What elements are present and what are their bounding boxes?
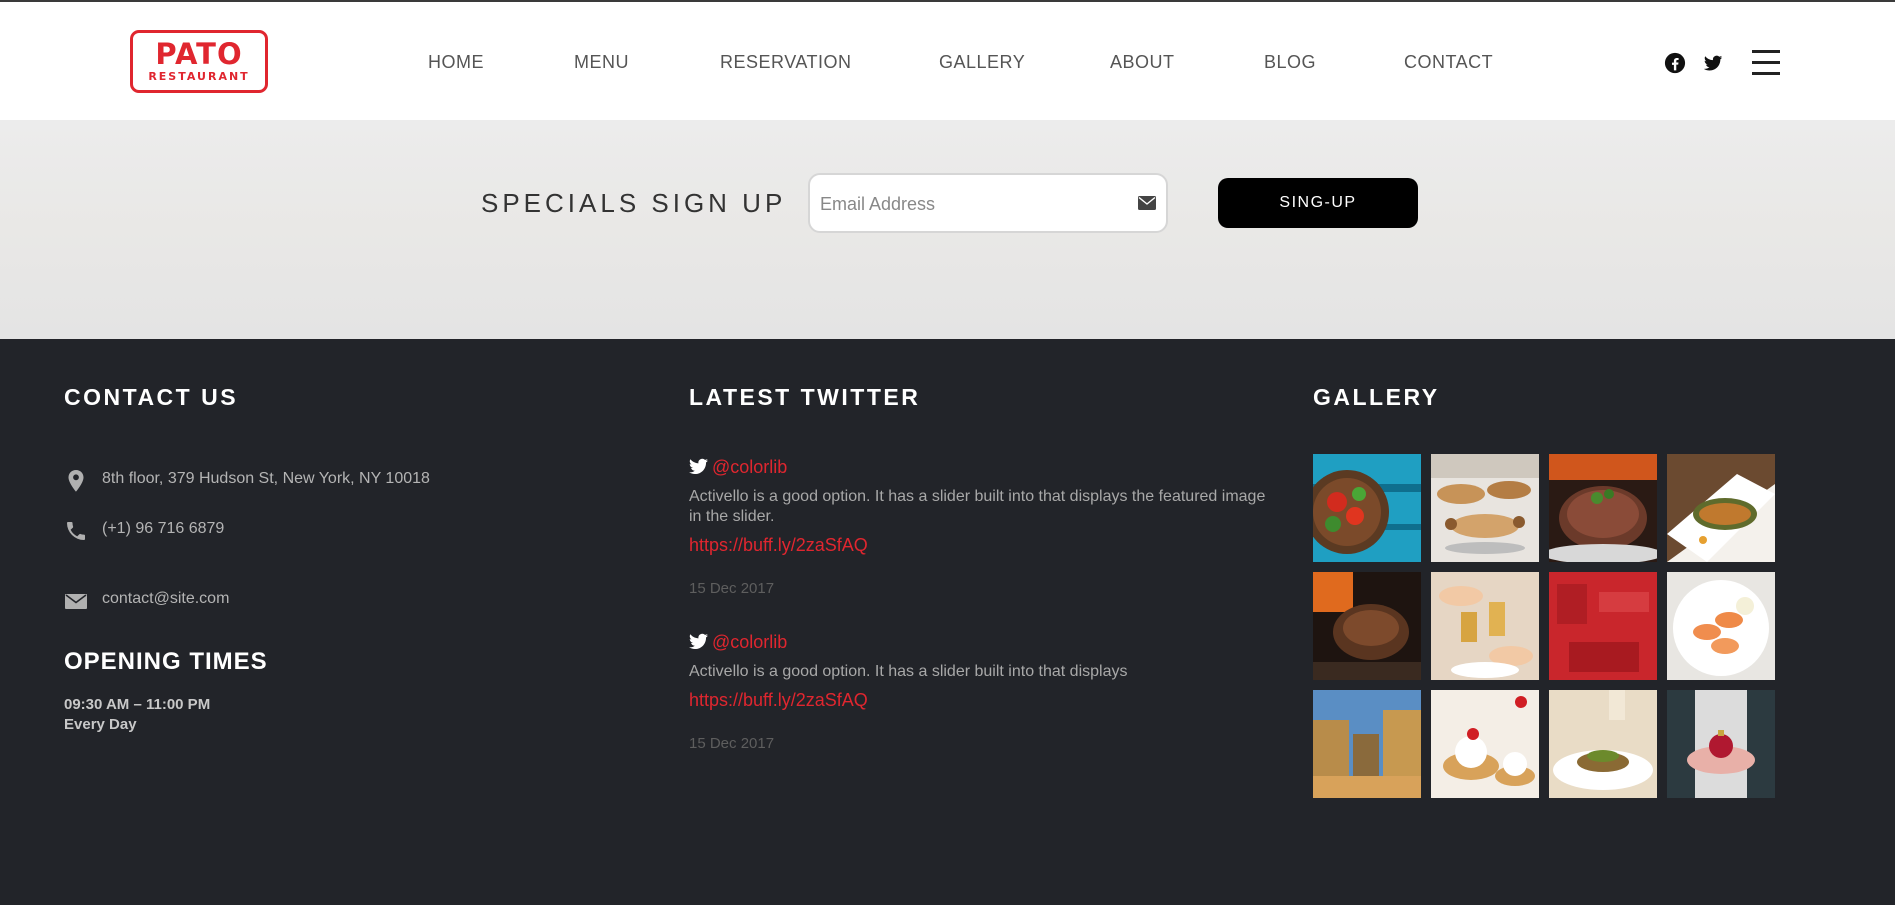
site-header: PATO RESTAURANT HOME MENU RESERVATION GA… xyxy=(0,0,1895,120)
tweet-handle[interactable]: @colorlib xyxy=(712,456,787,478)
phone-text: (+1) 96 716 6879 xyxy=(102,520,225,537)
nav-home[interactable]: HOME xyxy=(428,50,484,74)
tweet-link[interactable]: https://buff.ly/2zaSfAQ xyxy=(689,534,868,556)
phone-icon xyxy=(67,522,85,540)
specials-signup-section: SPECIALS SIGN UP SING-UP xyxy=(0,120,1895,339)
email-field-wrapper xyxy=(808,173,1168,233)
tweet-item: @colorlib Activello is a good option. It… xyxy=(689,631,1269,781)
latest-twitter-title: LATEST TWITTER xyxy=(689,384,921,410)
red-restaurant-image[interactable] xyxy=(1549,572,1657,680)
roast-meat-image[interactable] xyxy=(1313,572,1421,680)
tweet-text: Activello is a good option. It has a sli… xyxy=(689,488,1266,525)
grilled-steak-image[interactable] xyxy=(1549,454,1657,562)
map-pin-icon xyxy=(68,470,84,492)
nav-blog[interactable]: BLOG xyxy=(1264,50,1316,74)
pastry-buffet-image[interactable] xyxy=(1431,454,1539,562)
plated-dish-image[interactable] xyxy=(1549,690,1657,798)
contact-us-title: CONTACT US xyxy=(64,384,239,410)
hands-ornament-image[interactable] xyxy=(1667,690,1775,798)
tweet-handle[interactable]: @colorlib xyxy=(712,631,787,653)
pato-logo[interactable]: PATO RESTAURANT xyxy=(130,30,268,93)
nav-about[interactable]: ABOUT xyxy=(1110,50,1175,74)
email-text[interactable]: contact@site.com xyxy=(102,589,229,609)
nav-gallery[interactable]: GALLERY xyxy=(939,50,1025,74)
shrimp-plate-image[interactable] xyxy=(1667,572,1775,680)
toast-drinks-image[interactable] xyxy=(1431,572,1539,680)
mail-icon xyxy=(65,594,87,609)
nav-contact[interactable]: CONTACT xyxy=(1404,50,1493,74)
tweet-date: 15 Dec 2017 xyxy=(689,735,775,752)
opening-times-title: OPENING TIMES xyxy=(64,648,268,675)
cherry-dessert-image[interactable] xyxy=(1431,690,1539,798)
salad-bowl-image[interactable] xyxy=(1313,454,1421,562)
signup-title: SPECIALS SIGN UP xyxy=(481,188,787,218)
tweet-item: @colorlib Activello is a good option. It… xyxy=(689,456,1269,606)
signup-button[interactable]: SING-UP xyxy=(1218,178,1418,228)
facebook-icon[interactable] xyxy=(1664,52,1686,74)
twitter-bird-icon xyxy=(689,458,708,475)
tweet-text: Activello is a good option. It has a sli… xyxy=(689,663,1128,680)
gallery-title: GALLERY xyxy=(1313,384,1440,410)
logo-subtitle: RESTAURANT xyxy=(148,70,250,83)
email-input[interactable] xyxy=(820,191,1120,217)
tweet-link[interactable]: https://buff.ly/2zaSfAQ xyxy=(689,689,868,711)
salmon-fillet-image[interactable] xyxy=(1667,454,1775,562)
gallery-grid xyxy=(1313,454,1775,798)
hamburger-icon[interactable] xyxy=(1752,50,1780,76)
twitter-icon[interactable] xyxy=(1702,52,1724,74)
nav-reservation[interactable]: RESERVATION xyxy=(720,50,852,74)
opening-hours: 09:30 AM – 11:00 PM xyxy=(64,696,211,713)
opening-days: Every Day xyxy=(64,716,137,733)
tweet-date: 15 Dec 2017 xyxy=(689,580,775,597)
envelope-icon xyxy=(1138,196,1156,210)
logo-title: PATO xyxy=(155,37,243,71)
twitter-bird-icon xyxy=(689,633,708,650)
site-footer: CONTACT US 8th floor, 379 Hudson St, New… xyxy=(0,339,1895,905)
city-street-image[interactable] xyxy=(1313,690,1421,798)
nav-menu[interactable]: MENU xyxy=(574,50,629,74)
address-text: 8th floor, 379 Hudson St, New York, NY 1… xyxy=(102,470,430,487)
